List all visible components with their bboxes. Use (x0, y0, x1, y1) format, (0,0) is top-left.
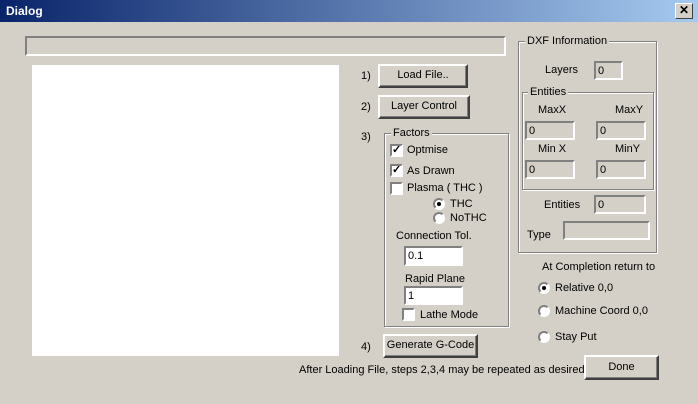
type-field (563, 221, 650, 240)
as-drawn-label: As Drawn (407, 165, 455, 177)
machine-coord-radio[interactable] (538, 305, 550, 317)
miny-label: MinY (615, 143, 641, 155)
load-file-button[interactable]: Load File.. (378, 64, 468, 88)
title-bar (0, 0, 698, 22)
plasma-label: Plasma ( THC ) (407, 182, 483, 194)
machine-coord-label: Machine Coord 0,0 (555, 305, 648, 317)
footer-note: After Loading File, steps 2,3,4 may be r… (299, 364, 588, 376)
radio-dot-icon (542, 286, 546, 290)
rapid-plane-label: Rapid Plane (405, 273, 465, 285)
entities-count-label: Entities (544, 199, 581, 211)
step-1-label: 1) (361, 70, 371, 82)
generate-gcode-button[interactable]: Generate G-Code (383, 334, 478, 358)
file-path-field[interactable] (25, 36, 506, 56)
minx-label: Min X (538, 143, 567, 155)
optimise-checkbox[interactable]: ✓ (390, 144, 403, 157)
step-2-label: 2) (361, 101, 371, 113)
optimise-label: Optmise (407, 144, 448, 156)
preview-canvas[interactable] (32, 65, 339, 356)
check-icon: ✓ (392, 164, 402, 176)
done-button[interactable]: Done (584, 355, 659, 380)
window-title: Dialog (6, 4, 43, 18)
close-icon[interactable]: ✕ (675, 3, 693, 19)
layers-label: Layers (545, 64, 579, 76)
stay-put-label: Stay Put (555, 331, 597, 343)
step-3-label: 3) (361, 131, 371, 143)
layer-control-button[interactable]: Layer Control (378, 95, 470, 119)
minx-field: 0 (525, 160, 575, 179)
thc-label: THC (450, 198, 473, 210)
thc-radio[interactable] (433, 198, 445, 210)
check-icon: ✓ (392, 144, 402, 156)
completion-title: At Completion return to (542, 261, 656, 273)
step-4-label: 4) (361, 341, 371, 353)
dxf-info-legend: DXF Information (525, 35, 610, 47)
rapid-plane-input[interactable]: 1 (404, 286, 463, 305)
nothc-label: NoTHC (450, 212, 487, 224)
as-drawn-checkbox[interactable]: ✓ (390, 164, 403, 177)
relative-label: Relative 0,0 (555, 282, 614, 294)
maxy-field: 0 (596, 121, 646, 140)
nothc-radio[interactable] (433, 212, 445, 224)
lathe-mode-checkbox[interactable] (402, 308, 415, 321)
type-label: Type (527, 229, 551, 241)
plasma-checkbox[interactable] (390, 182, 403, 195)
entities-legend: Entities (528, 86, 569, 98)
maxx-field: 0 (525, 121, 575, 140)
relative-radio[interactable] (538, 282, 550, 294)
lathe-mode-label: Lathe Mode (420, 309, 479, 321)
layers-field: 0 (594, 61, 623, 80)
entities-count-field: 0 (594, 195, 646, 214)
connection-tol-label: Connection Tol. (396, 230, 472, 242)
radio-dot-icon (437, 202, 441, 206)
stay-put-radio[interactable] (538, 331, 550, 343)
maxy-label: MaxY (615, 104, 644, 116)
miny-field: 0 (596, 160, 646, 179)
connection-tol-input[interactable]: 0.1 (404, 246, 463, 266)
factors-legend: Factors (391, 127, 432, 139)
maxx-label: MaxX (538, 104, 567, 116)
